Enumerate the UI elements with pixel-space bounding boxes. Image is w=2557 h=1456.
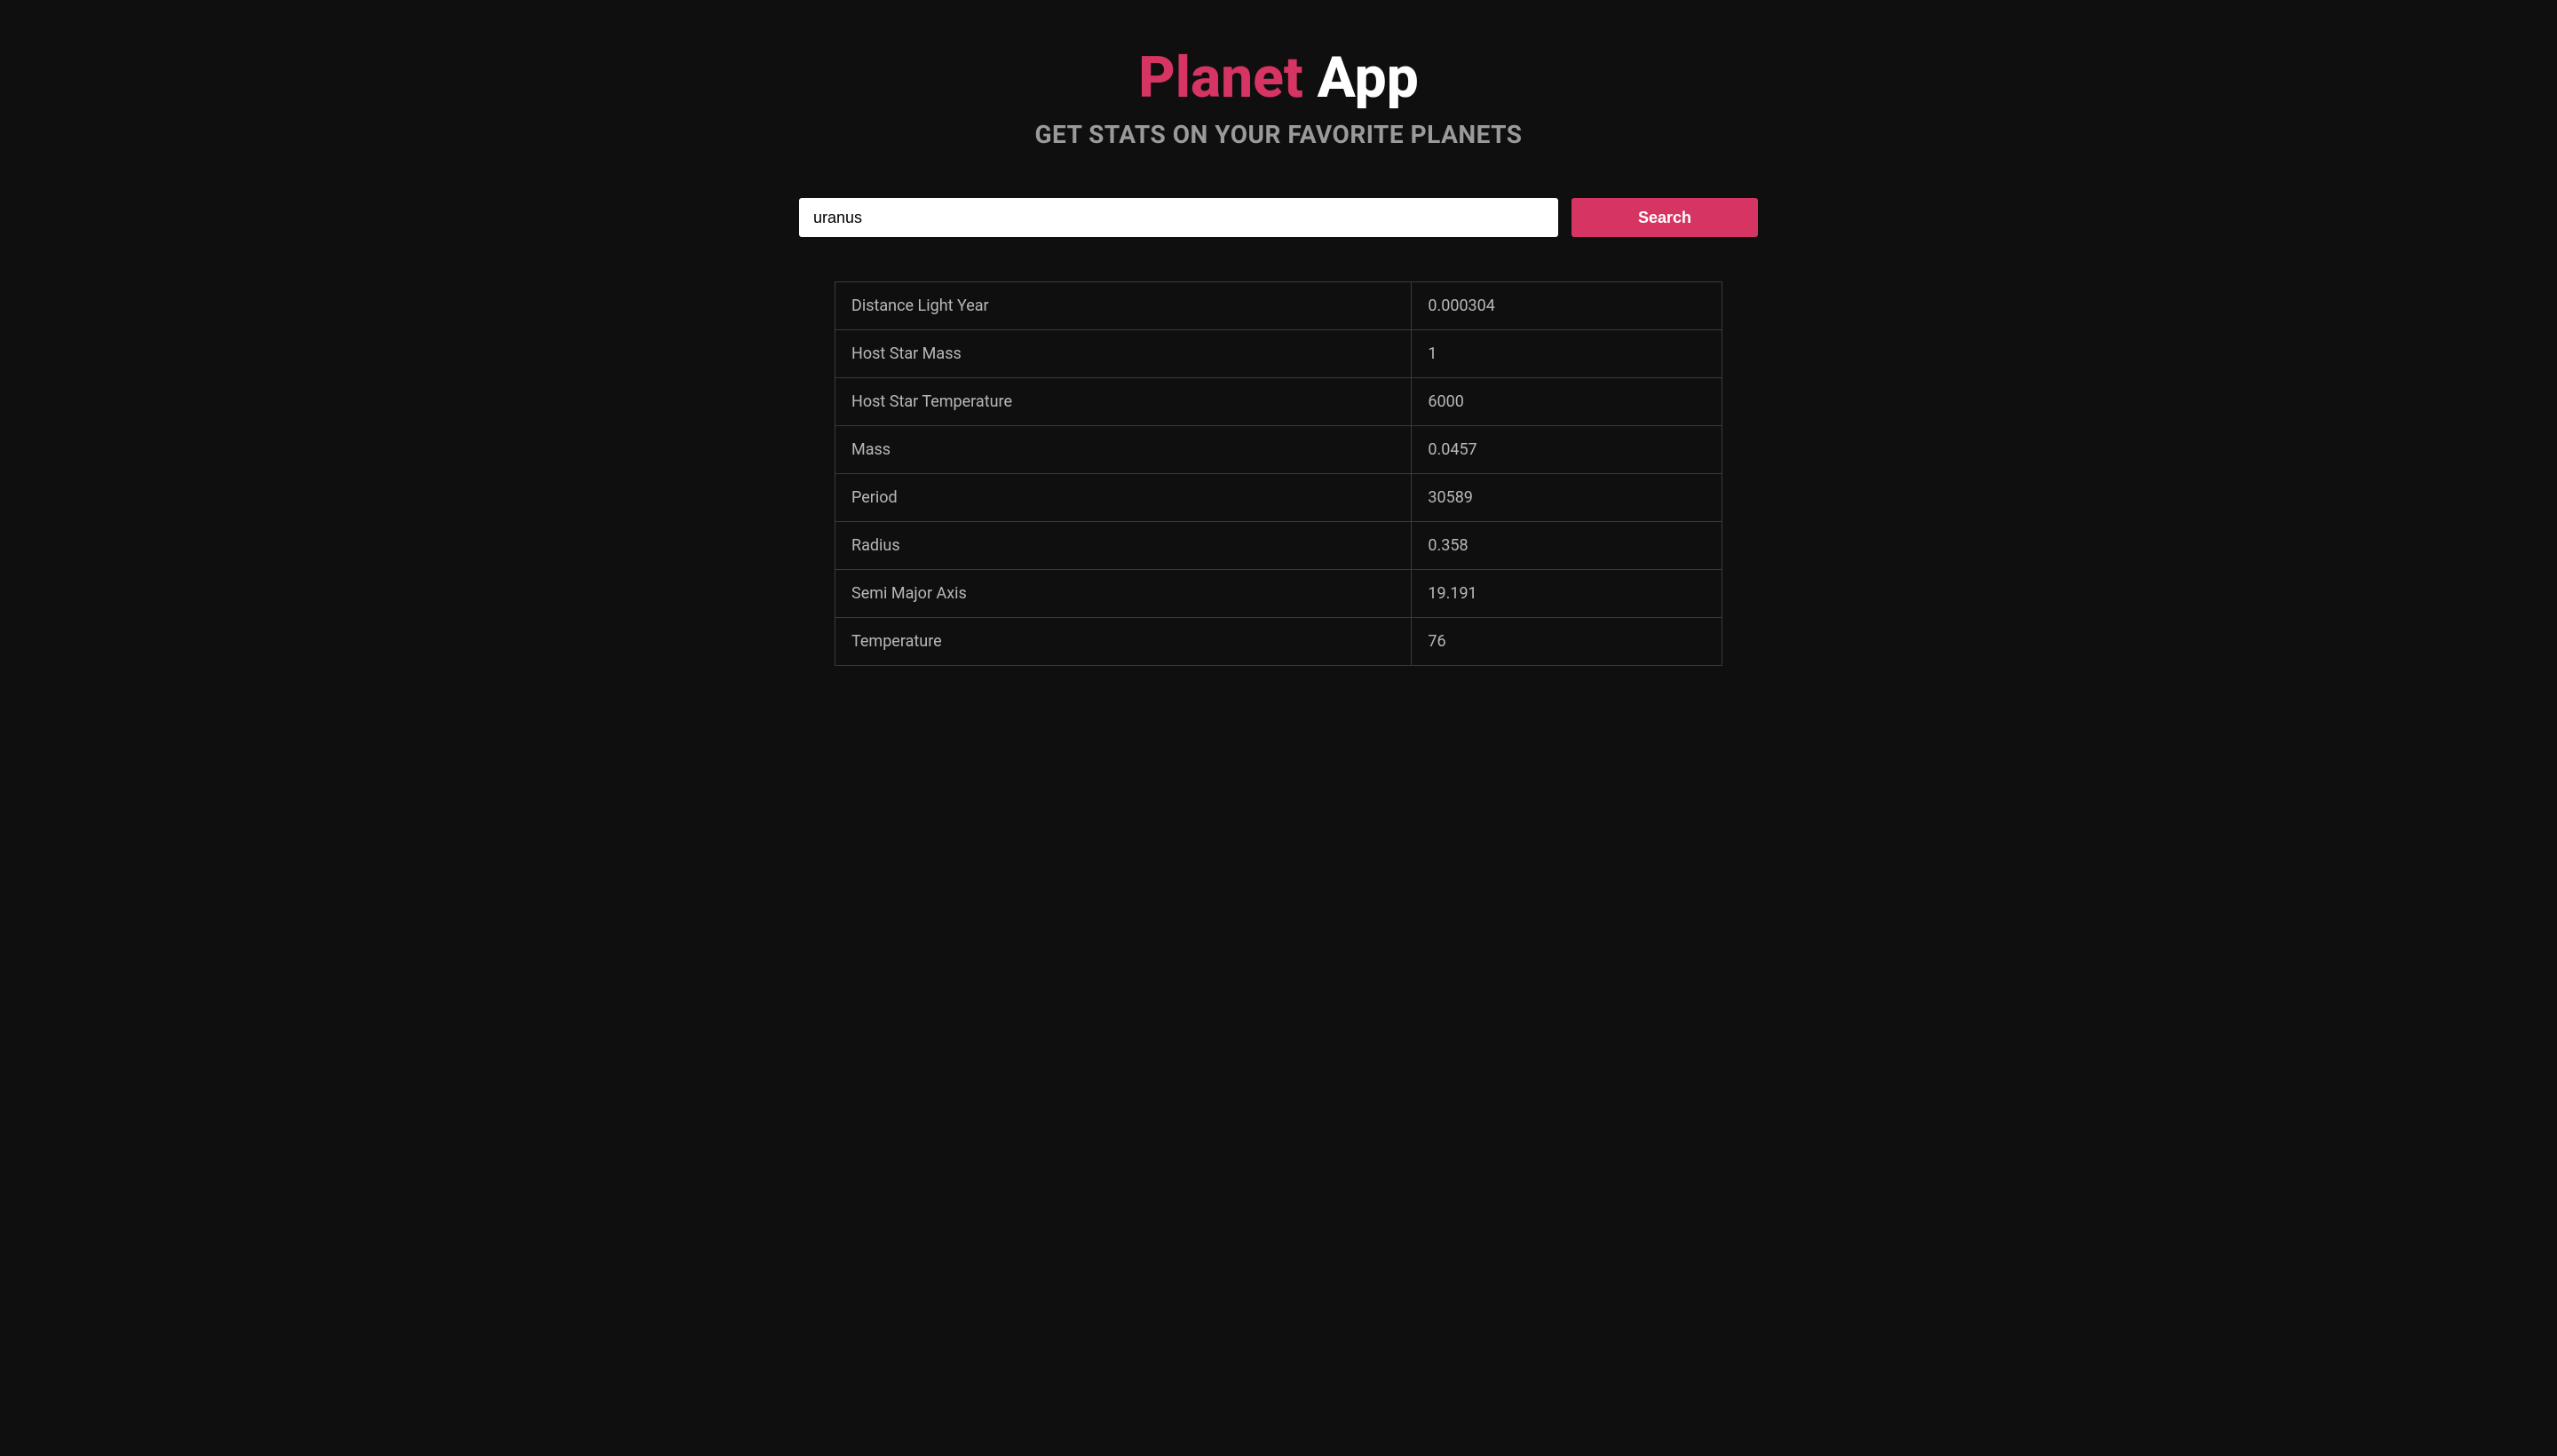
stat-value: 0.358 xyxy=(1412,522,1722,570)
stat-label: Radius xyxy=(835,522,1412,570)
table-row: Distance Light Year 0.000304 xyxy=(835,282,1722,330)
title-main: App xyxy=(1318,44,1419,111)
stat-value: 76 xyxy=(1412,618,1722,666)
stats-table-wrapper: Distance Light Year 0.000304 Host Star M… xyxy=(786,281,1771,666)
stat-value: 19.191 xyxy=(1412,570,1722,618)
table-row: Mass 0.0457 xyxy=(835,426,1722,474)
search-input[interactable] xyxy=(799,198,1558,237)
table-row: Period 30589 xyxy=(835,474,1722,522)
stat-label: Host Star Mass xyxy=(835,330,1412,378)
title-accent: Planet xyxy=(1138,44,1302,111)
stat-value: 0.0457 xyxy=(1412,426,1722,474)
stat-value: 0.000304 xyxy=(1412,282,1722,330)
stat-value: 1 xyxy=(1412,330,1722,378)
app-container: Planet App GET STATS ON YOUR FAVORITE PL… xyxy=(772,44,1785,666)
stat-label: Semi Major Axis xyxy=(835,570,1412,618)
table-row: Radius 0.358 xyxy=(835,522,1722,570)
stats-table-body: Distance Light Year 0.000304 Host Star M… xyxy=(835,282,1722,666)
stat-label: Distance Light Year xyxy=(835,282,1412,330)
stat-label: Period xyxy=(835,474,1412,522)
table-row: Semi Major Axis 19.191 xyxy=(835,570,1722,618)
table-row: Temperature 76 xyxy=(835,618,1722,666)
stat-label: Mass xyxy=(835,426,1412,474)
page-subtitle: GET STATS ON YOUR FAVORITE PLANETS xyxy=(786,120,1771,149)
search-row: Search xyxy=(786,198,1771,237)
stat-value: 30589 xyxy=(1412,474,1722,522)
stats-table: Distance Light Year 0.000304 Host Star M… xyxy=(835,281,1722,666)
table-row: Host Star Mass 1 xyxy=(835,330,1722,378)
stat-label: Temperature xyxy=(835,618,1412,666)
search-button[interactable]: Search xyxy=(1571,198,1758,237)
page-title: Planet App xyxy=(786,44,1771,111)
table-row: Host Star Temperature 6000 xyxy=(835,378,1722,426)
stat-label: Host Star Temperature xyxy=(835,378,1412,426)
stat-value: 6000 xyxy=(1412,378,1722,426)
